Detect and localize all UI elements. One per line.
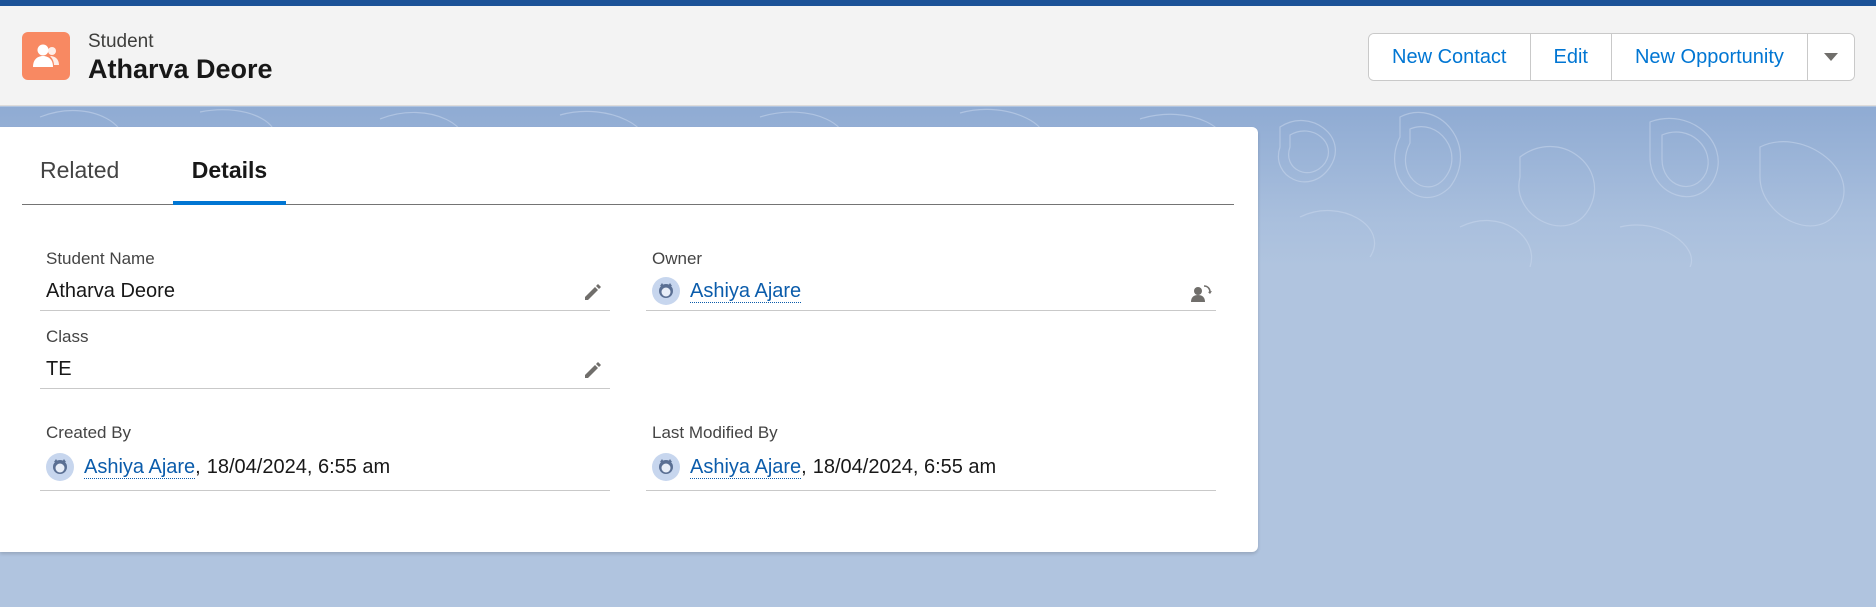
- pencil-edit-icon[interactable]: [582, 359, 604, 381]
- owner-field: Owner Ashiya Ajare: [646, 249, 1216, 311]
- more-actions-button[interactable]: [1807, 34, 1854, 80]
- created-by-user-link[interactable]: Ashiya Ajare: [84, 456, 196, 479]
- class-value: TE: [46, 358, 72, 380]
- separator: ,: [801, 455, 807, 478]
- chevron-down-icon: [1823, 53, 1838, 61]
- last-modified-by-user-link[interactable]: Ashiya Ajare: [690, 456, 802, 479]
- field-divider: [646, 310, 1216, 311]
- last-modified-date: 18/04/2024, 6:55 am: [812, 455, 997, 478]
- owner-value: Ashiya Ajare: [652, 277, 802, 305]
- created-by-field: Created By Ashiya Ajare , 18/04/2024, 6:…: [40, 423, 610, 491]
- tab-details[interactable]: Details: [173, 157, 286, 205]
- student-record-icon: [22, 32, 70, 80]
- avatar: [46, 453, 74, 481]
- field-divider: [40, 490, 610, 491]
- owner-link[interactable]: Ashiya Ajare: [690, 280, 802, 303]
- record-tabs: Related Details: [22, 127, 1234, 205]
- new-contact-button[interactable]: New Contact: [1369, 34, 1531, 80]
- field-label: Student Name: [46, 249, 155, 268]
- field-divider: [40, 388, 610, 389]
- avatar: [652, 453, 680, 481]
- action-button-group: New Contact Edit New Opportunity: [1368, 33, 1855, 81]
- student-name-value: Atharva Deore: [46, 280, 175, 302]
- last-modified-by-value: Ashiya Ajare , 18/04/2024, 6:55 am: [652, 453, 996, 481]
- record-header: Student Atharva Deore New Contact Edit N…: [0, 6, 1876, 106]
- edit-button[interactable]: Edit: [1530, 34, 1612, 80]
- pencil-edit-icon[interactable]: [582, 281, 604, 303]
- object-type-label: Student: [88, 31, 154, 52]
- field-label: Owner: [652, 249, 703, 268]
- field-divider: [646, 490, 1216, 491]
- page-title: Atharva Deore: [88, 54, 273, 84]
- avatar: [652, 277, 680, 305]
- record-details-card: Related Details Student Name Atharva Deo…: [0, 127, 1258, 552]
- field-label: Created By: [46, 423, 132, 442]
- new-opportunity-button[interactable]: New Opportunity: [1611, 34, 1808, 80]
- class-field: Class TE: [40, 327, 610, 389]
- tab-related[interactable]: Related: [40, 157, 119, 205]
- created-date: 18/04/2024, 6:55 am: [206, 455, 391, 478]
- field-label: Last Modified By: [652, 423, 778, 442]
- student-name-field: Student Name Atharva Deore: [40, 249, 610, 311]
- field-label: Class: [46, 327, 89, 346]
- change-owner-icon[interactable]: [1190, 283, 1212, 305]
- created-by-value: Ashiya Ajare , 18/04/2024, 6:55 am: [46, 453, 390, 481]
- separator: ,: [195, 455, 201, 478]
- last-modified-by-field: Last Modified By Ashiya Ajare , 18/04/20…: [646, 423, 1216, 491]
- field-divider: [40, 310, 610, 311]
